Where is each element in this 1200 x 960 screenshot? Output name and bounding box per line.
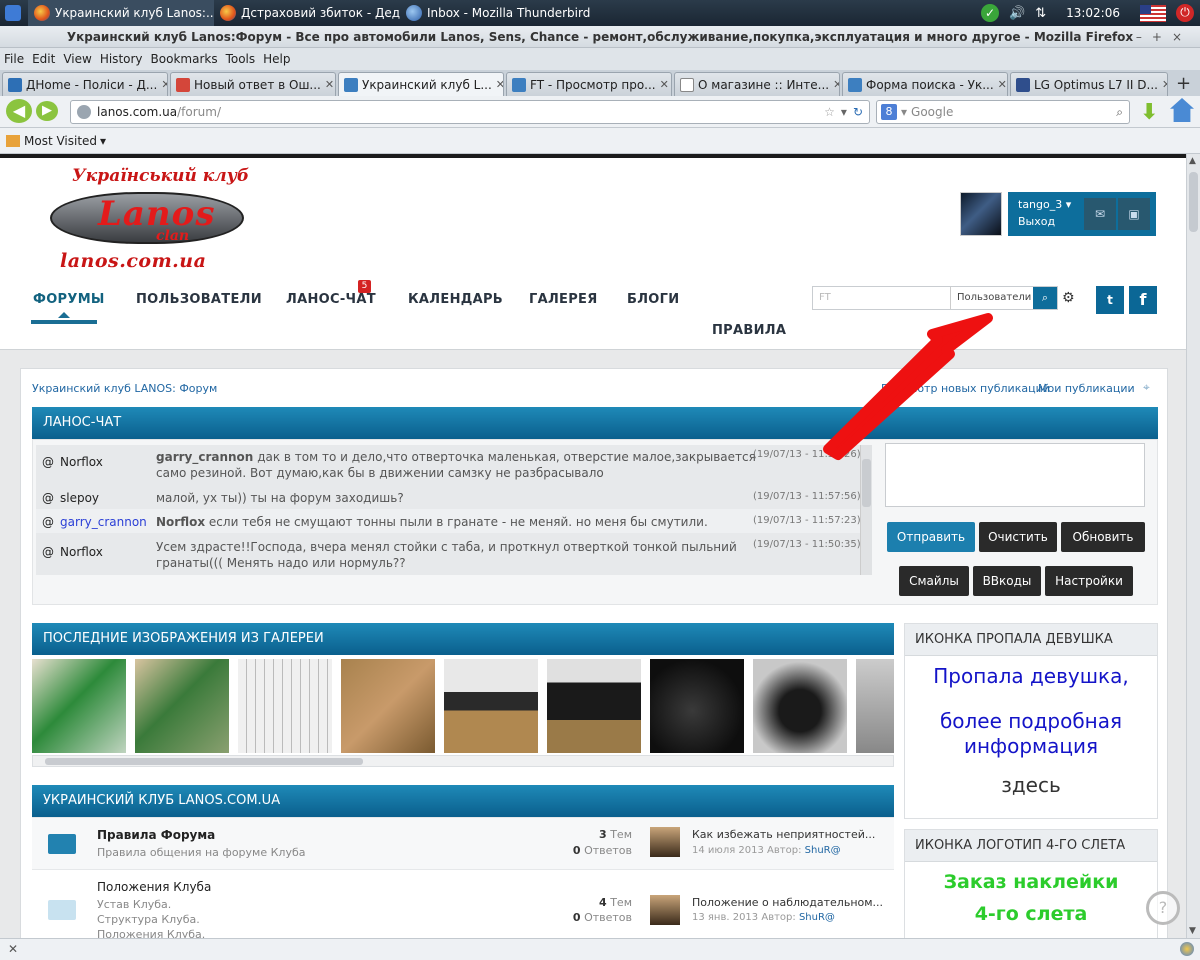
reload-icon[interactable]: ↻ — [853, 105, 863, 119]
taskbar-item-thunderbird[interactable]: Inbox - Mozilla Thunderbird — [400, 0, 590, 26]
page-scroll-thumb[interactable] — [1189, 172, 1198, 232]
taskbar-item-firefox[interactable]: Украинский клуб Lanos:... — [28, 0, 214, 26]
dropdown-arrow-icon[interactable]: ▾ — [841, 105, 847, 119]
close-tab-icon[interactable]: ✕ — [994, 78, 1007, 91]
arrow-shape — [823, 313, 993, 460]
search-engine-placeholder: Google — [911, 105, 954, 119]
tab-dhome[interactable]: ДHome - Поліси - Д...✕ — [2, 72, 168, 96]
tab-search-form[interactable]: Форма поиска - Ук... ✕ — [842, 72, 1008, 96]
scroll-up-icon[interactable]: ▲ — [1189, 156, 1196, 166]
address-bar[interactable]: lanos.com.ua/forum/ ☆ ▾ ↻ — [70, 100, 870, 124]
menu-help[interactable]: Help — [263, 52, 290, 66]
new-tab-button[interactable]: + — [1170, 73, 1197, 96]
globe-icon — [77, 105, 91, 119]
menu-history[interactable]: History — [100, 52, 143, 66]
network-icon[interactable]: ⇅ — [1035, 6, 1046, 21]
tab-lg-optimus[interactable]: LG Optimus L7 II D...✕ — [1010, 72, 1168, 96]
scroll-down-icon[interactable]: ▼ — [1189, 926, 1196, 936]
lanos-favicon — [344, 77, 358, 92]
search-icon[interactable]: ⌕ — [1116, 105, 1123, 120]
folder-icon — [6, 134, 20, 147]
update-check-icon[interactable]: ✓ — [981, 4, 999, 22]
lanos-favicon — [512, 77, 526, 92]
app-menu-button[interactable] — [0, 0, 28, 26]
download-icon[interactable]: ⬇ — [1140, 100, 1158, 125]
page-scrollbar[interactable]: ▲ ▼ — [1186, 154, 1200, 938]
tab-ft-view[interactable]: FT - Просмотр про... ✕ — [506, 72, 672, 96]
bookmark-star-icon[interactable]: ☆ — [824, 105, 835, 119]
thunderbird-icon — [406, 5, 422, 21]
dhome-favicon — [8, 77, 22, 92]
firefox-icon — [220, 5, 236, 21]
power-icon[interactable]: ⏻ — [1176, 4, 1194, 22]
most-visited-folder[interactable]: Most Visited ▾ — [6, 134, 106, 148]
status-bar: ✕ — [0, 938, 1200, 960]
menu-bar: File Edit View History Bookmarks Tools H… — [0, 48, 1200, 70]
search-engine-box[interactable]: 8 ▾ Google ⌕ — [876, 100, 1130, 124]
menu-file[interactable]: File — [4, 52, 24, 66]
menu-bookmarks[interactable]: Bookmarks — [151, 52, 218, 66]
tab-shop[interactable]: О магазине :: Инте...✕ — [674, 72, 840, 96]
url-host: lanos.com.ua — [97, 105, 178, 119]
menu-view[interactable]: View — [63, 52, 91, 66]
volume-icon[interactable]: 🔊 — [1009, 6, 1025, 21]
clock[interactable]: 13:02:06 — [1066, 6, 1120, 20]
addon-icon[interactable] — [1180, 942, 1194, 956]
window-titlebar: Украинский клуб Lanos:Форум - Все про ав… — [0, 26, 1200, 48]
window-controls[interactable]: –+× — [1136, 26, 1192, 48]
menu-tools[interactable]: Tools — [226, 52, 256, 66]
back-arrow-icon[interactable]: ◀ — [6, 99, 32, 123]
engine-dropdown-icon[interactable]: ▾ — [901, 105, 907, 119]
close-tab-icon[interactable]: ✕ — [492, 78, 503, 91]
4pda-favicon — [1016, 77, 1030, 92]
system-tray: ✓ 🔊 ⇅ 13:02:06 ⏻ — [981, 0, 1200, 26]
us-flag-icon[interactable] — [1140, 4, 1166, 22]
chevron-down-icon: ▾ — [100, 133, 107, 148]
forward-arrow-icon[interactable]: ▶ — [36, 101, 58, 121]
tab-gmail[interactable]: Новый ответ в Ош... ✕ — [170, 72, 336, 96]
system-taskbar: Украинский клуб Lanos:... Дстраховий зби… — [0, 0, 1200, 26]
url-path: /forum/ — [177, 105, 221, 119]
close-tab-icon[interactable]: ✕ — [656, 78, 669, 91]
xfce-mouse-icon — [5, 5, 21, 21]
google-icon[interactable]: 8 — [881, 104, 897, 120]
close-tab-icon[interactable]: ✕ — [157, 78, 167, 91]
firefox-icon — [34, 5, 50, 21]
page-favicon — [680, 77, 694, 92]
tab-lanos-forum[interactable]: Украинский клуб L...✕ — [338, 72, 504, 96]
bookmarks-toolbar: Most Visited ▾ — [0, 128, 1200, 154]
menu-edit[interactable]: Edit — [32, 52, 55, 66]
close-tab-icon[interactable]: ✕ — [829, 78, 839, 91]
web-page: Український клуб Lanos clan lanos.com.ua… — [0, 154, 1186, 938]
close-tab-icon[interactable]: ✕ — [321, 78, 334, 91]
gmail-favicon — [176, 77, 190, 92]
taskbar-item-firefox-2[interactable]: Дстраховий збиток - Деда... — [214, 0, 400, 26]
tab-bar: ДHome - Поліси - Д...✕ Новый ответ в Ош.… — [0, 70, 1200, 96]
annotation-arrow — [823, 313, 993, 460]
close-findbar-icon[interactable]: ✕ — [8, 942, 18, 956]
close-tab-icon[interactable]: ✕ — [1158, 78, 1167, 91]
lanos-favicon — [848, 77, 862, 92]
